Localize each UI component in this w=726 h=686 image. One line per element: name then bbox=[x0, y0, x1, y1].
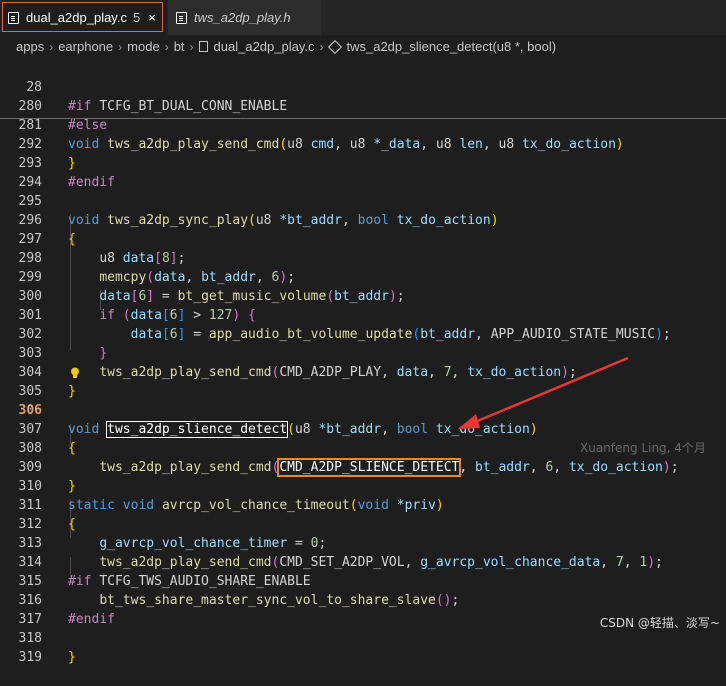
tab-label: dual_a2dp_play.c bbox=[26, 10, 127, 25]
chevron-right-icon: › bbox=[118, 39, 123, 54]
code-line: 303 tws_a2dp_play_send_cmd(CMD_A2DP_PLAY… bbox=[0, 325, 726, 380]
h-file-icon bbox=[176, 11, 187, 24]
code-line: 309 } bbox=[0, 439, 726, 494]
code-line: 28 #if TCFG_BT_DUAL_CONN_ENABLE bbox=[0, 59, 726, 114]
code-line: 308 tws_a2dp_play_send_cmd(CMD_A2DP_SLIE… bbox=[0, 420, 726, 477]
tab-tws-a2dp-play-h[interactable]: tws_a2dp_play.h bbox=[168, 0, 322, 35]
code-line: 307 { bbox=[0, 401, 726, 456]
code-line: 298 memcpy(data, bt_addr, 6); bbox=[0, 230, 726, 285]
chevron-right-icon: › bbox=[319, 39, 324, 54]
code-line: 317 bbox=[0, 591, 726, 627]
breadcrumb: apps › earphone › mode › bt › dual_a2dp_… bbox=[0, 35, 726, 58]
chevron-right-icon: › bbox=[189, 39, 194, 54]
c-file-icon bbox=[8, 11, 19, 24]
code-line: 293 #endif bbox=[0, 135, 726, 190]
code-editor[interactable]: 28 #if TCFG_BT_DUAL_CONN_ENABLE 280 #els… bbox=[0, 58, 726, 665]
tab-label: tws_a2dp_play.h bbox=[194, 10, 291, 25]
chevron-right-icon: › bbox=[164, 39, 169, 54]
code-line: 315 bt_tws_share_master_sync_vol_to_shar… bbox=[0, 553, 726, 608]
problems-badge: 5 bbox=[132, 10, 141, 25]
breadcrumb-item[interactable]: bt bbox=[174, 39, 185, 54]
method-cube-icon bbox=[328, 39, 343, 54]
chevron-right-icon: › bbox=[49, 39, 54, 54]
close-icon[interactable]: × bbox=[148, 10, 156, 25]
code-line: 295 void tws_a2dp_sync_play(u8 *bt_addr,… bbox=[0, 173, 726, 228]
breadcrumb-item[interactable]: apps bbox=[16, 39, 44, 54]
code-line: 296 { bbox=[0, 192, 726, 247]
code-line: 299 data[6] = bt_get_music_volume(bt_add… bbox=[0, 249, 726, 304]
code-line: 314 #if TCFG_TWS_AUDIO_SHARE_ENABLE bbox=[0, 534, 726, 589]
code-line: 292 } bbox=[0, 116, 726, 171]
code-line: 297 u8 data[8]; bbox=[0, 211, 726, 266]
code-line: 311 { bbox=[0, 477, 726, 532]
code-line: 304 } bbox=[0, 344, 726, 399]
code-line: 300 if (data[6] > 127) { bbox=[0, 268, 726, 323]
code-line: 305 bbox=[0, 363, 726, 399]
code-line: 312 g_avrcp_vol_chance_timer = 0; bbox=[0, 496, 726, 551]
code-line: 310 static void avrcp_vol_chance_timeout… bbox=[0, 458, 726, 513]
tab-dual-a2dp-play-c[interactable]: dual_a2dp_play.c 5 × bbox=[0, 0, 168, 35]
code-line: 294 bbox=[0, 154, 726, 190]
line-number: 319 bbox=[18, 650, 42, 665]
breadcrumb-item[interactable]: tws_a2dp_slience_detect(u8 *, bool) bbox=[346, 39, 556, 54]
file-icon bbox=[198, 41, 208, 52]
breadcrumb-item[interactable]: mode bbox=[127, 39, 160, 54]
code-line: 316 #endif bbox=[0, 572, 726, 627]
breadcrumb-item[interactable]: dual_a2dp_play.c bbox=[214, 39, 315, 54]
code-line: 313 tws_a2dp_play_send_cmd(CMD_SET_A2DP_… bbox=[0, 515, 726, 570]
watermark: CSDN @轻描、淡写~ bbox=[599, 616, 720, 630]
code-line: 302 } bbox=[0, 306, 726, 361]
lightbulb-icon[interactable] bbox=[70, 367, 80, 379]
code-line: 319 bbox=[0, 629, 726, 665]
code-line: 301 data[6] = app_audio_bt_volume_update… bbox=[0, 287, 726, 342]
code-line: 306 void tws_a2dp_slience_detect(u8 *bt_… bbox=[0, 382, 726, 455]
code-line: 280 #else bbox=[0, 78, 726, 133]
code-text: } bbox=[68, 650, 76, 665]
code-line: 281 void tws_a2dp_play_send_cmd(u8 cmd, … bbox=[0, 97, 726, 152]
breadcrumb-item[interactable]: earphone bbox=[58, 39, 113, 54]
tab-bar: dual_a2dp_play.c 5 × tws_a2dp_play.h bbox=[0, 0, 726, 35]
